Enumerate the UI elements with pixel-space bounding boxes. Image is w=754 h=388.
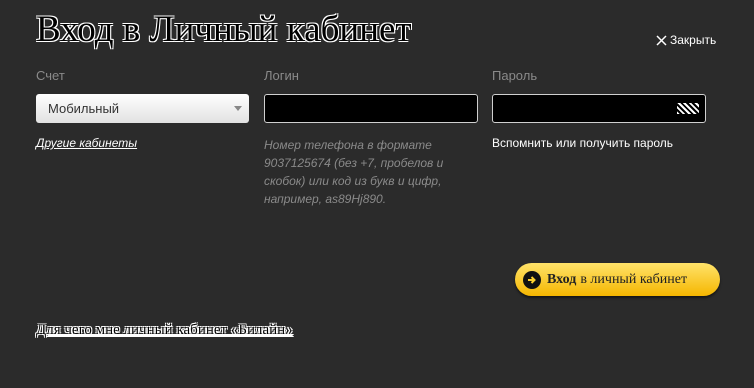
login-button-label: в личный кабинет [580, 271, 688, 287]
why-cabinet-link[interactable]: Для чего мне личный кабинет «Билайн» [36, 322, 293, 339]
account-select[interactable]: Мобильный [36, 94, 249, 123]
other-cabinets-link[interactable]: Другие кабинеты [36, 136, 137, 150]
close-icon [656, 34, 667, 46]
login-input[interactable] [264, 94, 478, 123]
page-title: Вход в Личный кабинет [36, 9, 412, 50]
login-hint: Номер телефона в формате 9037125674 (без… [264, 138, 444, 206]
recover-password-link[interactable]: Вспомнить или получить пароль [492, 136, 673, 150]
password-input[interactable] [492, 94, 706, 123]
login-label: Логин [264, 68, 299, 83]
login-button-label-bold: Вход [547, 271, 577, 287]
close-button[interactable]: Закрыть [656, 33, 716, 47]
chevron-down-icon [234, 106, 242, 111]
account-select-value: Мобильный [48, 101, 120, 116]
close-label: Закрыть [670, 33, 717, 47]
password-label: Пароль [492, 68, 538, 83]
arrow-right-icon [523, 270, 541, 289]
account-label: Счет [36, 68, 65, 83]
login-button[interactable]: Вход в личный кабинет [515, 263, 720, 296]
password-keyboard-icon[interactable] [677, 103, 699, 114]
